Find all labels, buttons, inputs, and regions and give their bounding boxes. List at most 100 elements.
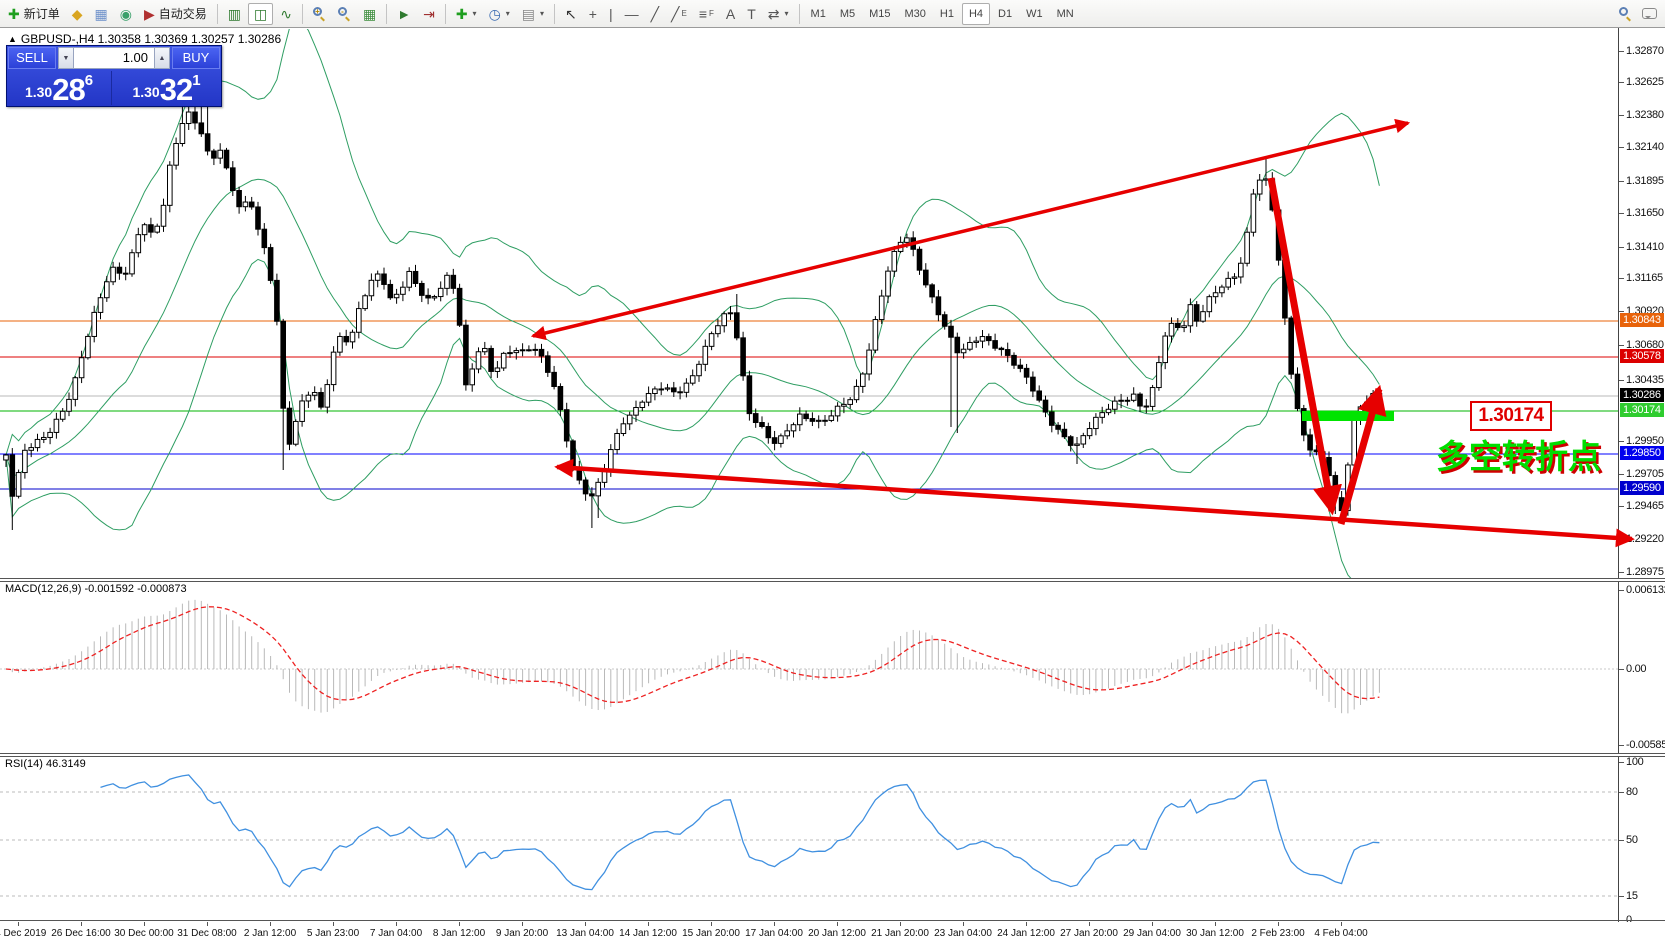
toolbar-separator (302, 4, 303, 24)
level-price-badge: 1.30843 (1620, 313, 1664, 327)
green-highlight-bar[interactable] (1302, 411, 1394, 421)
time-tick (396, 922, 397, 926)
bollinger-lower-band (6, 259, 1379, 590)
drawing-objects (533, 123, 1632, 539)
timeframe-m1-button[interactable]: M1 (805, 3, 832, 25)
chart-title: ▲GBPUSD-,H4 1.30358 1.30369 1.30257 1.30… (8, 32, 281, 46)
macd-signal-line (6, 607, 1379, 703)
drop-arrow[interactable] (1271, 178, 1332, 511)
one-click-trading-panel: SELL ▼ 1.00 ▲ BUY 1.30286 1.30321 (6, 45, 222, 107)
text-icon[interactable]: A (721, 3, 740, 25)
timeframe-m15-button[interactable]: M15 (863, 3, 896, 25)
trendline-icon[interactable]: ╱ (646, 3, 664, 25)
sell-button[interactable]: SELL (8, 47, 56, 69)
axis-tick (1619, 82, 1624, 83)
crosshair-icon[interactable]: + (584, 3, 602, 25)
time-axis[interactable]: 24 Dec 201926 Dec 16:0030 Dec 00:0031 De… (0, 922, 1665, 946)
rsi-tick-label: 15 (1626, 890, 1638, 902)
timeframe-d1-button[interactable]: D1 (992, 3, 1018, 25)
toolbar: ✚新订单◆▦◉▶自动交易▥◫∿+-▦►⇥✚▾◷▾▤▾↖+|—╱╱E≡FAT⇄▾M… (0, 0, 1665, 28)
expert-advisors-icon[interactable]: ◆ (67, 3, 88, 25)
time-tick (522, 922, 523, 926)
search-icon[interactable] (1619, 7, 1632, 20)
volume-input[interactable]: 1.00 (74, 47, 154, 69)
chat-icon[interactable] (1642, 8, 1657, 19)
axis-tick (1619, 115, 1624, 116)
time-tick-label: 23 Jan 04:00 (934, 928, 992, 939)
buy-price[interactable]: 1.30321 (113, 71, 220, 105)
vertical-line-icon[interactable]: | (604, 3, 618, 25)
bar-chart-icon[interactable]: ▥ (223, 3, 246, 25)
timeframe-m30-button[interactable]: M30 (899, 3, 932, 25)
price-tick-label: 1.31895 (1626, 175, 1664, 187)
time-tick-label: 27 Jan 20:00 (1060, 928, 1118, 939)
time-tick (333, 922, 334, 926)
lower-trendline-arrow[interactable] (557, 467, 1632, 539)
time-tick-label: 15 Jan 20:00 (682, 928, 740, 939)
chart-canvas[interactable] (0, 0, 1665, 946)
timeframe-h1-button[interactable]: H1 (934, 3, 960, 25)
indicators-icon[interactable]: ✚▾ (451, 3, 482, 25)
time-tick (585, 922, 586, 926)
sell-price-pips: 28 (52, 77, 84, 103)
zoom-in-icon[interactable]: + (308, 3, 331, 25)
axis-tick (1619, 147, 1624, 148)
rsi-tick-label: 50 (1626, 834, 1638, 846)
arrows-icon[interactable]: ⇄▾ (763, 3, 794, 25)
volume-increase-button[interactable]: ▲ (154, 47, 170, 69)
cursor-icon[interactable]: ↖ (560, 3, 582, 25)
line-chart-icon[interactable]: ∿ (275, 3, 297, 25)
upper-trendline-arrow[interactable] (533, 123, 1408, 336)
chart-macd-divider[interactable] (0, 578, 1665, 582)
text-label-icon[interactable]: T (742, 3, 761, 25)
auto-scroll-icon[interactable]: ► (392, 3, 416, 25)
timeframe-m5-button[interactable]: M5 (834, 3, 861, 25)
timeframe-h4-button[interactable]: H4 (962, 3, 990, 25)
zoom-out-icon[interactable]: - (333, 3, 356, 25)
timeframe-mn-button[interactable]: MN (1051, 3, 1080, 25)
rsi-tick-label: 80 (1626, 786, 1638, 798)
collapse-panel-icon[interactable]: ▲ (8, 34, 17, 44)
time-tick (1278, 922, 1279, 926)
periods-icon[interactable]: ◷▾ (484, 3, 515, 25)
sell-price-base: 1.30 (25, 84, 52, 100)
time-tick (1341, 922, 1342, 926)
time-tick-label: 2 Jan 12:00 (244, 928, 296, 939)
volume-decrease-button[interactable]: ▼ (58, 47, 74, 69)
chart-shift-icon[interactable]: ⇥ (418, 3, 440, 25)
new-order-button[interactable]: ✚新订单 (3, 3, 65, 25)
current-price-badge: 1.30286 (1620, 388, 1664, 402)
rebound-arrow[interactable] (1341, 389, 1379, 524)
candlestick-chart-icon[interactable]: ◫ (248, 3, 273, 25)
price-tick-label: 1.31165 (1626, 272, 1663, 284)
axis-tick (1619, 474, 1624, 475)
time-tick (648, 922, 649, 926)
sell-price[interactable]: 1.30286 (7, 71, 112, 105)
price-tick-label: 1.29465 (1626, 500, 1664, 512)
time-tick (1152, 922, 1153, 926)
autotrading-button[interactable]: ▶自动交易 (139, 3, 212, 25)
horizontal-line-icon[interactable]: — (620, 3, 644, 25)
macd-tick-label: -0.00585 (1626, 739, 1665, 751)
signals-icon[interactable]: ◉ (115, 3, 137, 25)
templates-icon[interactable]: ▤▾ (517, 3, 549, 25)
tile-windows-icon[interactable]: ▦ (358, 3, 381, 25)
market-watch-icon[interactable]: ▦ (90, 3, 113, 25)
toolbar-separator (386, 4, 387, 24)
toolbar-separator (799, 4, 800, 24)
timeframe-w1-button[interactable]: W1 (1020, 3, 1049, 25)
axis-tick (1619, 792, 1624, 793)
time-tick (144, 922, 145, 926)
price-tick-label: 1.32870 (1626, 45, 1664, 57)
turning-point-annotation: 多空转折点 (1436, 440, 1601, 474)
rsi-tick-label: 100 (1626, 756, 1643, 768)
time-tick (900, 922, 901, 926)
time-tick-label: 24 Dec 2019 (0, 928, 46, 939)
fibonacci-icon[interactable]: ≡F (694, 3, 719, 25)
buy-button[interactable]: BUY (172, 47, 220, 69)
equidistant-channel-icon[interactable]: ╱E (666, 3, 692, 25)
macd-rsi-divider[interactable] (0, 753, 1665, 757)
axis-tick (1619, 345, 1624, 346)
time-tick-label: 4 Feb 04:00 (1314, 928, 1367, 939)
price-axis[interactable]: 1.328701.326251.323801.321401.318951.316… (1618, 28, 1665, 922)
